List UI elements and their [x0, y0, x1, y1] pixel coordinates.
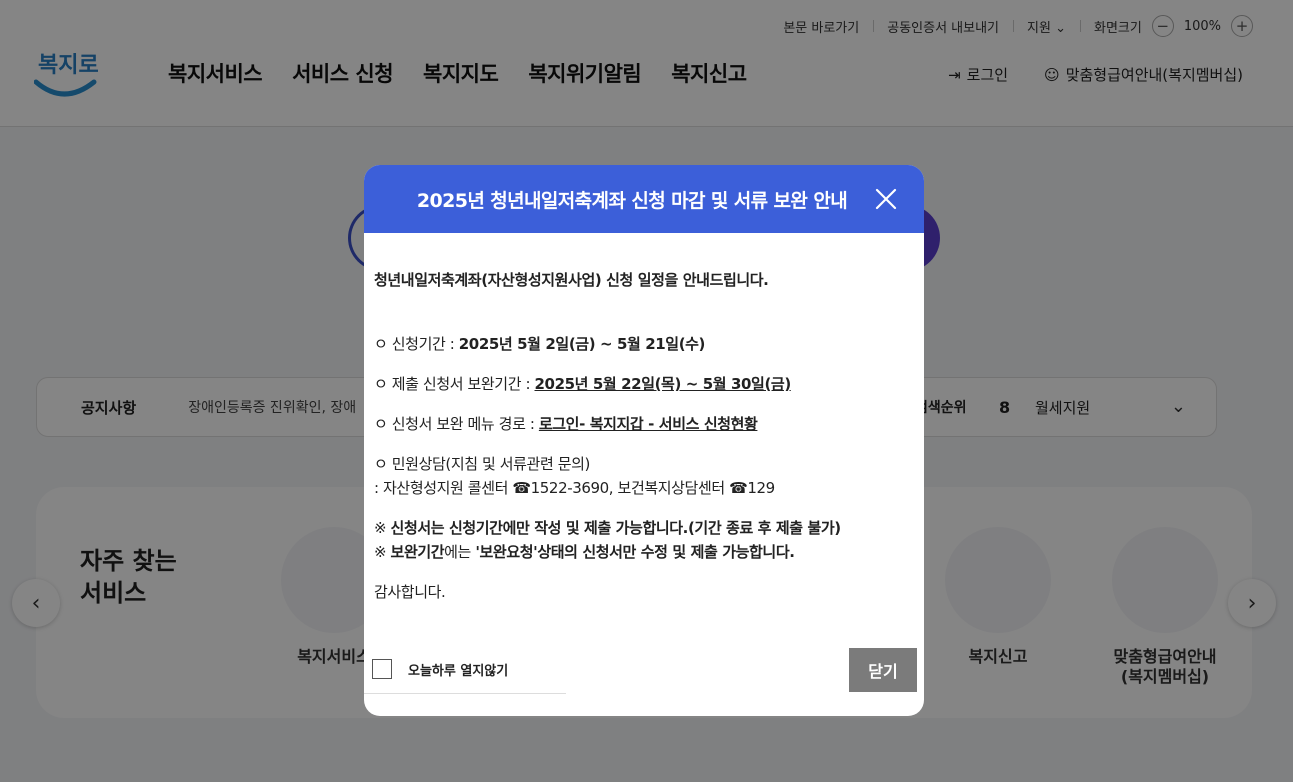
note-line-2: ※ 보완기간에는 '보완요청'상태의 신청서만 수정 및 제출 가능합니다. [374, 540, 914, 564]
dont-show-today[interactable]: 오늘하루 열지않기 [372, 659, 508, 679]
supplement-label: ㅇ 제출 신청서 보완기간 : [374, 375, 535, 393]
modal-footer: 오늘하루 열지않기 닫기 [364, 648, 924, 696]
note1-bold: 신청서 [390, 519, 432, 537]
menu-path-link[interactable]: 로그인- 복지지갑 - 서비스 신청현황 [539, 415, 758, 433]
note1-rest: 는 신청기간에만 작성 및 제출 가능합니다.(기간 종료 후 제출 불가) [430, 519, 841, 537]
consult-line-2: : 자산형성지원 콜센터 ☎1522-3690, 보건복지상담센터 ☎129 [374, 479, 775, 497]
supplement-line: ㅇ 제출 신청서 보완기간 : 2025년 5월 22일(목) ~ 5월 30일… [374, 372, 914, 396]
modal-intro: 청년내일저축계좌(자산형성지원사업) 신청 일정을 안내드립니다. [374, 271, 769, 289]
note2-prefix: ※ [374, 543, 391, 561]
note2-mid: 에는 [444, 543, 476, 561]
menu-path-line: ㅇ 신청서 보완 메뉴 경로 : 로그인- 복지지갑 - 서비스 신청현황 [374, 412, 914, 436]
period-label: ㅇ 신청기간 : [374, 335, 459, 353]
close-icon[interactable] [874, 187, 898, 211]
note-line-1: ※ 신청서는 신청기간에만 작성 및 제출 가능합니다.(기간 종료 후 제출 … [374, 516, 914, 540]
note2-rest: '보완요청'상태의 신청서만 수정 및 제출 가능합니다. [475, 543, 795, 561]
footer-divider [364, 693, 566, 694]
thanks-text: 감사합니다. [374, 583, 446, 601]
menu-path-label: ㅇ 신청서 보완 메뉴 경로 : [374, 415, 539, 433]
modal-body: 청년내일저축계좌(자산형성지원사업) 신청 일정을 안내드립니다. ㅇ 신청기간… [364, 233, 924, 604]
dont-show-label: 오늘하루 열지않기 [408, 663, 509, 679]
note1-prefix: ※ [374, 519, 391, 537]
period-value: 2025년 5월 2일(금) ~ 5월 21일(수) [458, 335, 706, 353]
supplement-value: 2025년 5월 22일(목) ~ 5월 30일(금) [534, 375, 792, 393]
consult-line-1: ㅇ 민원상담(지침 및 서류관련 문의) [374, 455, 590, 473]
notice-modal: 2025년 청년내일저축계좌 신청 마감 및 서류 보완 안내 청년내일저축계좌… [364, 165, 924, 716]
period-line: ㅇ 신청기간 : 2025년 5월 2일(금) ~ 5월 21일(수) [374, 332, 914, 356]
close-button[interactable]: 닫기 [849, 648, 917, 692]
modal-title: 2025년 청년내일저축계좌 신청 마감 및 서류 보완 안내 [416, 189, 848, 212]
modal-header: 2025년 청년내일저축계좌 신청 마감 및 서류 보완 안내 [364, 165, 924, 233]
note2-bold: 보완기간 [390, 543, 445, 561]
dont-show-checkbox[interactable] [372, 659, 392, 679]
